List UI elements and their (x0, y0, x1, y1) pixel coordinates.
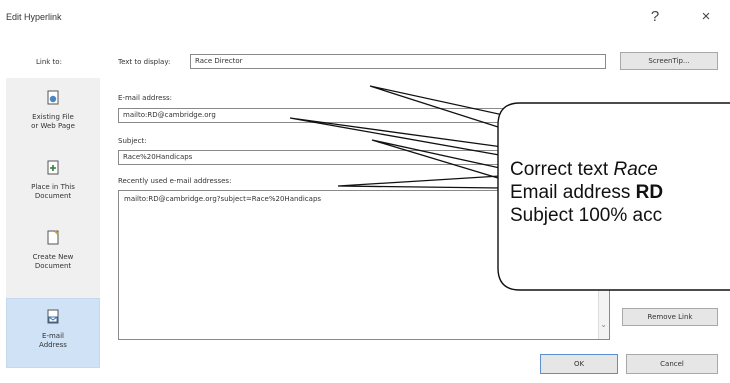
callout-line-2: Email address RD (510, 182, 664, 203)
callout-pointer-recent (337, 175, 501, 189)
callout-pointer-subject (371, 139, 501, 179)
callout-pointer-email (289, 117, 511, 157)
callout-line-3: Subject 100% acc (510, 205, 663, 226)
callout-text: Correct text Race Email address RD Subje… (510, 158, 730, 227)
callout-line-1: Correct text Race (510, 159, 658, 180)
